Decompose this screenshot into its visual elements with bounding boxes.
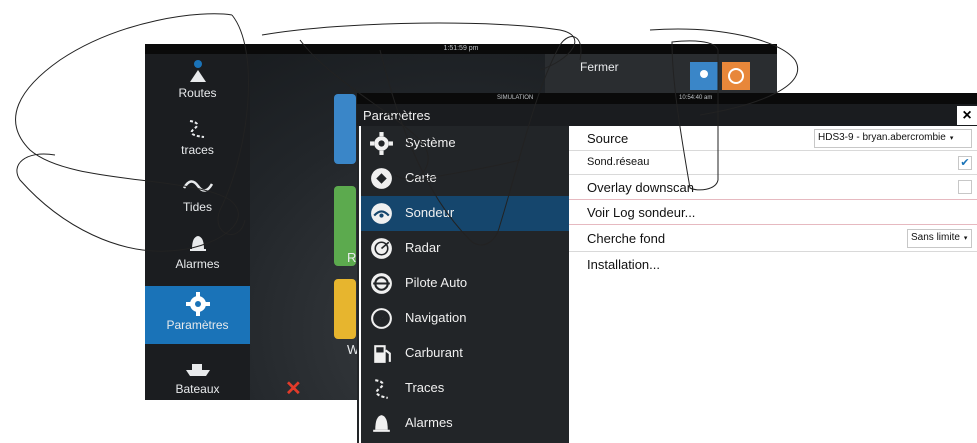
menu-label-traces: Traces — [405, 380, 445, 395]
source-value: HDS3-9 - bryan.abercrombie — [818, 132, 946, 143]
settings-clock: 10:54:40 am — [679, 95, 713, 101]
overlay-downscan-label: Overlay downscan — [587, 180, 694, 195]
rail-label-tides: Tides — [183, 200, 212, 214]
settings-title: Paramètres — [363, 108, 431, 123]
sondeur-settings-panel: Source HDS3-9 - bryan.abercrombie ▾ Sond.… — [569, 126, 977, 443]
rail-label-bateaux: Bateaux — [175, 382, 220, 396]
gear-icon — [185, 292, 210, 316]
fuel-icon — [374, 345, 391, 363]
sond-reseau-checkbox[interactable]: ✔ — [958, 156, 972, 170]
bell-icon — [373, 415, 390, 432]
rail-item-bateaux[interactable]: Bateaux — [145, 350, 250, 400]
sonar-icon — [371, 203, 392, 224]
bg-tile-yellow — [334, 279, 356, 339]
dropdown-caret-icon: ▾ — [949, 135, 954, 142]
menu-label-carte: Carte — [405, 170, 437, 185]
tides-icon — [182, 180, 213, 192]
voir-log-label: Voir Log sondeur... — [587, 205, 696, 220]
wrench-icon — [728, 68, 744, 84]
menu-edge — [357, 126, 359, 443]
close-x-icon[interactable]: ✕ — [285, 376, 302, 400]
rail-label-alarmes: Alarmes — [175, 257, 220, 271]
settings-title-bar: Paramètres × — [357, 104, 977, 126]
chart-icon — [371, 168, 392, 189]
bg-tile-blue — [334, 94, 356, 164]
cherche-fond-label: Cherche fond — [587, 231, 666, 246]
dropdown-caret-icon: ▾ — [963, 235, 968, 242]
rail-item-parametres[interactable]: Paramètres — [145, 286, 250, 344]
menu-label-carburant: Carburant — [405, 345, 463, 360]
menu-label-alarmes: Alarmes — [405, 415, 453, 430]
device-left-rail: Routes traces Tides Alarmes Paramètres B… — [145, 54, 250, 400]
radar-icon — [371, 238, 392, 259]
row-cherche-fond: Cherche fond Sans limite ▾ — [569, 225, 977, 252]
settings-app-icon[interactable] — [722, 62, 750, 90]
source-select[interactable]: HDS3-9 - bryan.abercrombie ▾ — [814, 129, 972, 148]
bg-letter-r: R — [347, 250, 357, 265]
boat-icon — [185, 364, 210, 376]
menu-item-systeme[interactable]: Système — [361, 126, 569, 161]
rail-item-alarmes[interactable]: Alarmes — [145, 225, 250, 282]
map-app-icon[interactable] — [690, 62, 718, 90]
menu-item-traces[interactable]: Traces — [361, 371, 569, 406]
rail-label-parametres: Paramètres — [166, 318, 229, 332]
traces-icon — [189, 120, 204, 138]
row-voir-log[interactable]: Voir Log sondeur... — [569, 200, 977, 225]
settings-status-bar: SIMULATION 10:54:40 am — [357, 93, 977, 104]
installation-label: Installation... — [587, 257, 660, 272]
map-pin-icon — [700, 70, 708, 78]
menu-item-carte[interactable]: Carte — [361, 161, 569, 196]
gear-icon — [370, 132, 393, 155]
cherche-fond-value: Sans limite — [911, 232, 960, 243]
menu-item-radar[interactable]: Radar — [361, 231, 569, 266]
routes-icon — [189, 60, 206, 82]
row-overlay-downscan: Overlay downscan — [569, 175, 977, 200]
steering-wheel-icon — [371, 273, 392, 294]
menu-label-sondeur: Sondeur — [405, 205, 455, 220]
row-sond-reseau: Sond.réseau ✔ — [569, 151, 977, 175]
menu-item-alarmes[interactable]: Alarmes — [361, 406, 569, 441]
settings-window: SIMULATION 10:54:40 am Paramètres × Syst… — [357, 93, 977, 443]
menu-item-carburant[interactable]: Carburant — [361, 336, 569, 371]
menu-item-sondeur[interactable]: Sondeur — [361, 196, 569, 231]
compass-icon — [371, 308, 392, 329]
simulation-label: SIMULATION — [497, 95, 534, 101]
menu-label-radar: Radar — [405, 240, 441, 255]
menu-label-systeme: Système — [405, 135, 456, 150]
cherche-fond-select[interactable]: Sans limite ▾ — [907, 229, 972, 248]
menu-label-navigation: Navigation — [405, 310, 467, 325]
rail-item-routes[interactable]: Routes — [145, 54, 250, 111]
close-button[interactable]: × — [957, 106, 977, 125]
rail-item-tides[interactable]: Tides — [145, 168, 250, 225]
row-source: Source HDS3-9 - bryan.abercrombie ▾ — [569, 126, 977, 151]
settings-menu: Système Carte Sondeur Radar Pilote Auto … — [361, 126, 569, 443]
menu-item-navigation[interactable]: Navigation — [361, 301, 569, 336]
row-installation[interactable]: Installation... — [569, 252, 977, 276]
rail-label-traces: traces — [181, 143, 214, 157]
menu-item-pilote-auto[interactable]: Pilote Auto — [361, 266, 569, 301]
device-clock: 1:51:59 pm — [443, 45, 479, 52]
overlay-downscan-checkbox[interactable] — [958, 180, 972, 194]
bell-icon — [189, 236, 206, 251]
rail-item-traces[interactable]: traces — [145, 111, 250, 168]
rail-label-routes: Routes — [178, 86, 217, 100]
device-status-bar: 1:51:59 pm — [145, 44, 777, 54]
fermer-button[interactable]: Fermer — [580, 60, 619, 74]
menu-label-pilote-auto: Pilote Auto — [405, 275, 468, 290]
source-label: Source — [587, 131, 629, 146]
sond-reseau-label: Sond.réseau — [587, 156, 650, 168]
traces-icon — [375, 379, 388, 399]
